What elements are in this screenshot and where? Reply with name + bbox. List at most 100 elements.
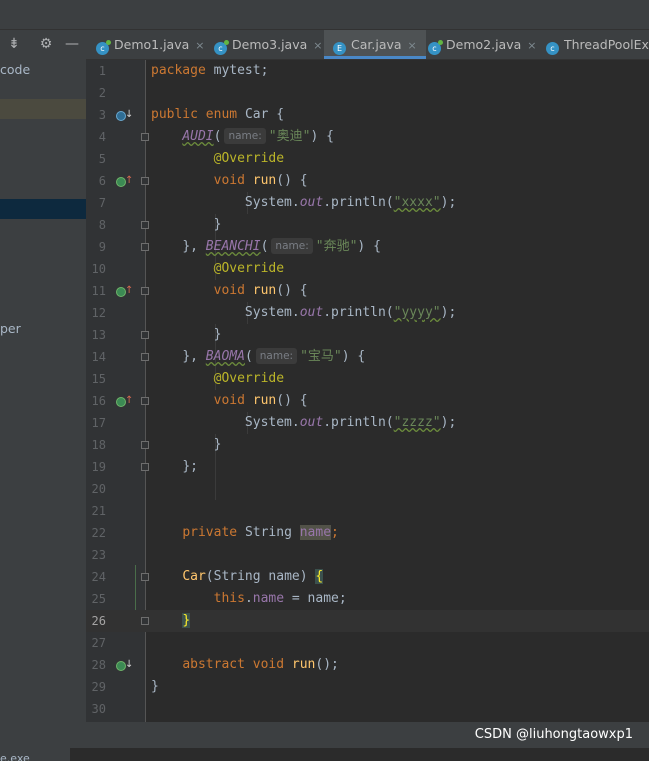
code-text[interactable]: Car(String name) { (151, 566, 324, 588)
close-icon[interactable]: × (527, 31, 536, 59)
close-icon[interactable]: × (313, 31, 322, 59)
code-text[interactable]: private String name; (151, 522, 339, 544)
tab-label: Car.java (351, 37, 402, 52)
code-text[interactable]: } (151, 676, 159, 698)
fold-toggle-icon[interactable] (141, 617, 149, 625)
code-text[interactable]: } (151, 214, 222, 236)
code-text[interactable]: this.name = name; (151, 588, 347, 610)
code-line: 14 }, BAOMA(name: "宝马") { (86, 346, 649, 368)
code-text[interactable]: abstract void run(); (151, 654, 339, 676)
close-icon[interactable]: × (195, 31, 204, 59)
brace: } (182, 459, 191, 474)
fold-toggle-icon[interactable] (141, 133, 149, 141)
line-number: 21 (91, 504, 106, 518)
tree-item-highlighted[interactable] (0, 99, 86, 119)
minimize-icon[interactable]: — (62, 34, 82, 54)
close-icon[interactable]: × (408, 31, 417, 59)
override-gutter-icon[interactable]: ↑ (116, 284, 133, 298)
line-number: 5 (98, 152, 106, 166)
code-text[interactable]: void run() { (151, 390, 308, 412)
fold-toggle-icon[interactable] (141, 287, 149, 295)
static-field: out (299, 415, 324, 430)
code-text[interactable]: System.out.println("yyyy"); (151, 302, 456, 324)
code-line: 30 (86, 698, 649, 720)
code-text[interactable]: void run() { (151, 170, 308, 192)
fold-toggle-icon[interactable] (141, 221, 149, 229)
tab-label: Demo1.java (114, 37, 190, 52)
code-line-current: 26 } (86, 610, 649, 632)
fold-toggle-icon[interactable] (141, 177, 149, 185)
implemented-gutter-icon[interactable]: ↓ (116, 658, 133, 672)
code-line: 10 @Override (86, 258, 649, 280)
override-gutter-icon[interactable]: ↑ (116, 174, 133, 188)
class-ref: System. (244, 195, 300, 210)
code-text[interactable]: } (151, 610, 191, 632)
code-line: 7 System.out.println("xxxx"); (86, 192, 649, 214)
code-text[interactable]: System.out.println("xxxx"); (151, 192, 456, 214)
code-text[interactable]: } (151, 434, 222, 456)
fold-toggle-icon[interactable] (141, 397, 149, 405)
tree-item[interactable]: per (0, 319, 86, 339)
implemented-gutter-icon[interactable]: ↓ (116, 108, 133, 122)
code-text[interactable]: void run() { (151, 280, 308, 302)
line-number: 18 (91, 438, 106, 452)
assignment: = name; (284, 591, 347, 606)
code-text[interactable]: @Override (151, 148, 284, 170)
code-text[interactable]: }, BEANCHI(name: "奔驰") { (151, 236, 381, 258)
code-text[interactable]: package mytest; (151, 60, 268, 82)
line-number: 2 (98, 86, 106, 100)
field-name-highlighted: name (299, 525, 332, 540)
tree-item-selected[interactable] (0, 199, 86, 219)
tree-item[interactable]: code (0, 60, 86, 80)
string-literal: "宝马" (300, 349, 342, 364)
tab-threadpoolexecutor[interactable]: c ThreadPoolExe (546, 30, 649, 59)
tab-demo1[interactable]: c Demo1.java × (96, 30, 204, 59)
line-number: 7 (98, 196, 106, 210)
override-gutter-icon[interactable]: ↑ (116, 394, 133, 408)
fold-toggle-icon[interactable] (141, 573, 149, 581)
tab-car[interactable]: E Car.java × (324, 30, 426, 59)
punctuation: ); (440, 305, 457, 320)
fold-toggle-icon[interactable] (141, 441, 149, 449)
fold-toggle-icon[interactable] (141, 243, 149, 251)
fold-toggle-icon[interactable] (141, 353, 149, 361)
class-name: Car (244, 107, 269, 122)
line-number: 4 (98, 130, 106, 144)
tab-demo3[interactable]: c Demo3.java × (214, 30, 322, 59)
string-literal: "xxxx" (393, 195, 441, 210)
code-line: 29 } (86, 676, 649, 698)
method-name: run (252, 393, 277, 408)
class-icon: c (96, 40, 111, 55)
fold-toggle-icon[interactable] (141, 463, 149, 471)
tree-item-label: per (0, 321, 21, 336)
code-text[interactable]: }; (151, 456, 198, 478)
code-text[interactable]: } (151, 324, 222, 346)
keyword: void (252, 657, 285, 672)
code-editor[interactable]: 1 package mytest; 2 3 ↓ public enum Car … (86, 60, 649, 722)
line-number: 24 (91, 570, 106, 584)
line-number: 1 (98, 64, 106, 78)
code-text[interactable]: System.out.println("zzzz"); (151, 412, 456, 434)
line-number: 30 (91, 702, 106, 716)
gear-icon[interactable]: ⚙ (36, 34, 56, 54)
tab-demo2[interactable]: c Demo2.java × (428, 30, 536, 59)
fold-toggle-icon[interactable] (141, 331, 149, 339)
code-line: 16 ↑ void run() { (86, 390, 649, 412)
brace: } (151, 679, 159, 694)
code-line: 8 } (86, 214, 649, 236)
code-text[interactable]: }, BAOMA(name: "宝马") { (151, 346, 365, 368)
code-text[interactable]: AUDI(name: "奥迪") { (151, 126, 334, 148)
code-text[interactable]: @Override (151, 258, 284, 280)
line-number: 29 (91, 680, 106, 694)
collapse-all-icon[interactable]: ⇟ (4, 34, 24, 54)
code-line: 11 ↑ void run() { (86, 280, 649, 302)
line-number: 26 (91, 614, 106, 628)
code-line: 4 AUDI(name: "奥迪") { (86, 126, 649, 148)
class-icon: c (428, 40, 443, 55)
bottom-tab-label[interactable]: e.exe (0, 748, 70, 761)
code-text[interactable]: public enum Car { (151, 104, 284, 126)
brace: } (213, 437, 222, 452)
annotation: @Override (213, 371, 285, 386)
code-text[interactable]: @Override (151, 368, 284, 390)
code-line: 6 ↑ void run() { (86, 170, 649, 192)
